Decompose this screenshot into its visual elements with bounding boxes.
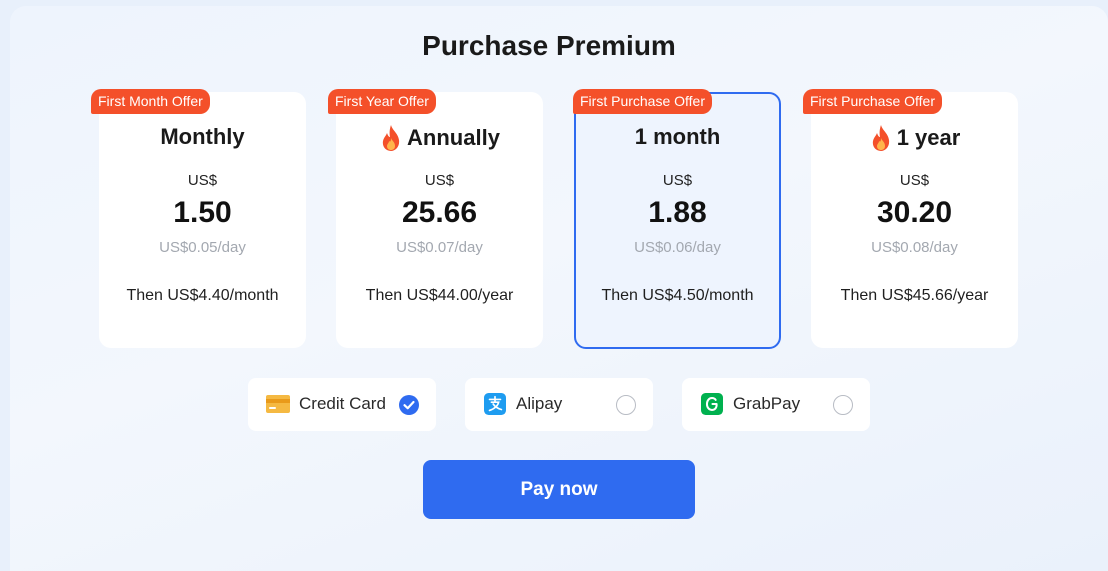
payment-label: GrabPay [733,394,801,413]
plan-price: 25.66 [401,196,478,229]
payment-option-alipay[interactable]: Alipay [465,378,653,431]
plan-renewal: Then US$4.40/month [126,287,279,304]
fire-icon [382,125,400,151]
offer-badge: First Year Offer [328,89,436,114]
payment-option-grabpay[interactable]: GrabPay [682,378,870,431]
offer-badge: First Month Offer [91,89,210,114]
offer-badge: First Purchase Offer [573,89,713,114]
offer-badge: First Purchase Offer [803,89,943,114]
plan-card-1-month[interactable]: First Purchase Offer 1 month US$ 1.88 US… [573,89,781,349]
plan-per-day: US$0.05/day [159,239,246,256]
page-title: Purchase Premium [422,30,676,61]
radio-unchecked[interactable] [616,395,636,415]
radio-unchecked[interactable] [833,395,853,415]
pay-now-button[interactable]: Pay now [423,460,695,519]
plan-renewal: Then US$45.66/year [840,287,989,304]
credit-card-icon [266,395,290,413]
plan-card-1-year[interactable]: First Purchase Offer 1 year US$ 30.20 US… [803,89,1018,348]
alipay-icon [484,393,506,415]
plan-currency: US$ [662,172,693,189]
plan-renewal: Then US$4.50/month [601,287,754,304]
plan-card-monthly[interactable]: First Month Offer Monthly US$ 1.50 US$0.… [91,89,306,348]
plan-card-annually[interactable]: First Year Offer Annually US$ 25.66 US$0… [328,89,543,348]
payment-label: Alipay [516,394,563,413]
plan-currency: US$ [899,172,930,189]
payment-option-credit-card[interactable]: Credit Card [248,378,436,431]
plan-currency: US$ [424,172,455,189]
plan-per-day: US$0.06/day [634,239,721,256]
plan-price: 1.88 [648,196,707,229]
plan-name: Annually [336,124,543,152]
grabpay-icon [701,393,723,415]
plan-renewal: Then US$44.00/year [365,287,514,304]
payment-label: Credit Card [299,394,386,413]
plan-per-day: US$0.07/day [396,239,483,256]
radio-checked[interactable] [399,395,419,415]
fire-icon [872,125,889,151]
plan-price: 30.20 [876,196,953,229]
plan-name: 1 month [634,124,721,149]
plan-name: Monthly [160,124,245,149]
plan-currency: US$ [187,172,218,189]
plan-per-day: US$0.08/day [871,239,958,256]
plan-name: 1 year [811,124,1018,152]
plan-price: 1.50 [173,196,232,229]
check-icon [403,400,415,410]
